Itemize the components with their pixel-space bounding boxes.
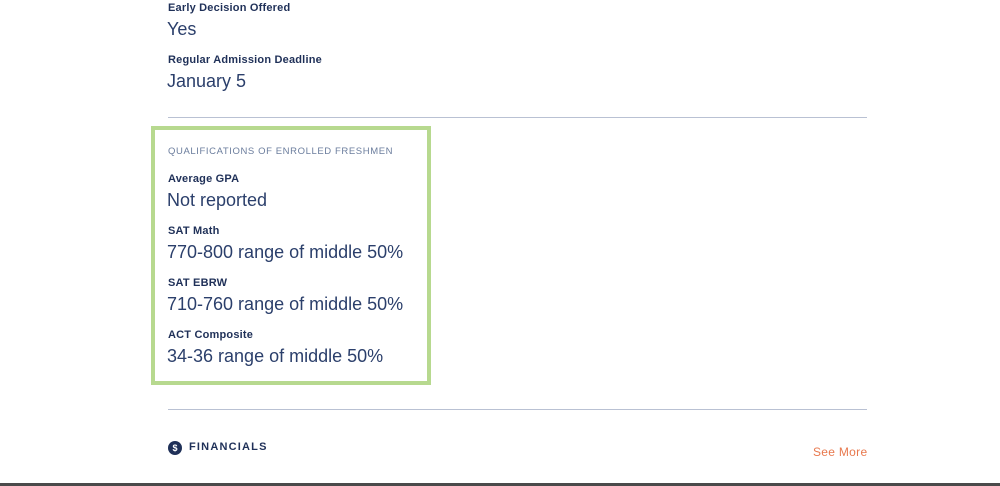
- early-decision-value: Yes: [167, 19, 197, 39]
- sat-math-label: SAT Math: [168, 225, 220, 237]
- financials-heading: FINANCIALS: [189, 441, 268, 453]
- sat-math-value: 770-800 range of middle 50%: [167, 242, 404, 262]
- sat-ebrw-value: 710-760 range of middle 50%: [167, 294, 404, 314]
- regular-deadline-label: Regular Admission Deadline: [168, 54, 322, 66]
- early-decision-label: Early Decision Offered: [168, 2, 291, 14]
- average-gpa-value: Not reported: [167, 190, 268, 210]
- dollar-circle-icon: $: [168, 441, 182, 455]
- average-gpa-label: Average GPA: [168, 173, 240, 185]
- college-profile-page: Early Decision Offered Yes Regular Admis…: [0, 0, 1000, 486]
- act-composite-value: 34-36 range of middle 50%: [167, 346, 384, 366]
- section-divider-bottom: [168, 409, 867, 410]
- section-divider-top: [168, 117, 867, 118]
- qualifications-heading: QUALIFICATIONS OF ENROLLED FRESHMEN: [168, 146, 394, 157]
- regular-deadline-value: January 5: [167, 71, 247, 91]
- see-more-link[interactable]: See More: [813, 445, 867, 459]
- act-composite-label: ACT Composite: [168, 329, 254, 341]
- sat-ebrw-label: SAT EBRW: [168, 277, 228, 289]
